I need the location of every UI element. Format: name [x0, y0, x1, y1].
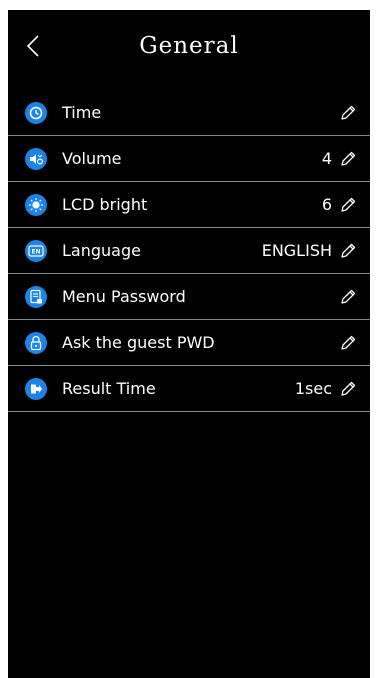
- page-title: General: [139, 33, 239, 59]
- settings-row-lcd-bright[interactable]: LCD bright 6: [8, 182, 370, 228]
- pencil-icon[interactable]: [338, 379, 358, 399]
- settings-list: Time Volume 4 LCD bright 6 EN Language E…: [8, 90, 370, 412]
- setting-label: Ask the guest PWD: [62, 333, 215, 352]
- settings-row-time[interactable]: Time: [8, 90, 370, 136]
- setting-value: 4: [321, 149, 332, 168]
- setting-label: Result Time: [62, 379, 156, 398]
- header: General: [8, 10, 370, 90]
- document-lock-icon: [25, 285, 47, 308]
- padlock-icon: [25, 331, 47, 354]
- settings-screen: General Time Volume 4 LCD bright 6 EN La…: [8, 10, 370, 678]
- setting-label: Volume: [62, 149, 122, 168]
- pencil-icon[interactable]: [338, 333, 358, 353]
- setting-label: Menu Password: [62, 287, 186, 306]
- setting-label: Time: [62, 103, 102, 122]
- setting-label: Language: [62, 241, 141, 260]
- pencil-icon[interactable]: [338, 195, 358, 215]
- setting-label: LCD bright: [62, 195, 148, 214]
- pencil-icon[interactable]: [338, 287, 358, 307]
- svg-text:EN: EN: [31, 248, 40, 255]
- pencil-icon[interactable]: [338, 241, 358, 261]
- settings-row-ask-guest-pwd[interactable]: Ask the guest PWD: [8, 320, 370, 366]
- exit-arrow-icon: [25, 377, 47, 400]
- language-icon: EN: [25, 239, 47, 262]
- setting-value: 1sec: [294, 379, 332, 398]
- pencil-icon[interactable]: [338, 149, 358, 169]
- setting-value: 6: [321, 195, 332, 214]
- setting-value: ENGLISH: [261, 241, 332, 260]
- settings-row-volume[interactable]: Volume 4: [8, 136, 370, 182]
- volume-icon: [25, 147, 47, 170]
- settings-row-language[interactable]: EN Language ENGLISH: [8, 228, 370, 274]
- settings-row-menu-password[interactable]: Menu Password: [8, 274, 370, 320]
- settings-row-result-time[interactable]: Result Time 1sec: [8, 366, 370, 412]
- clock-icon: [25, 101, 47, 124]
- brightness-icon: [25, 193, 47, 216]
- pencil-icon[interactable]: [338, 103, 358, 123]
